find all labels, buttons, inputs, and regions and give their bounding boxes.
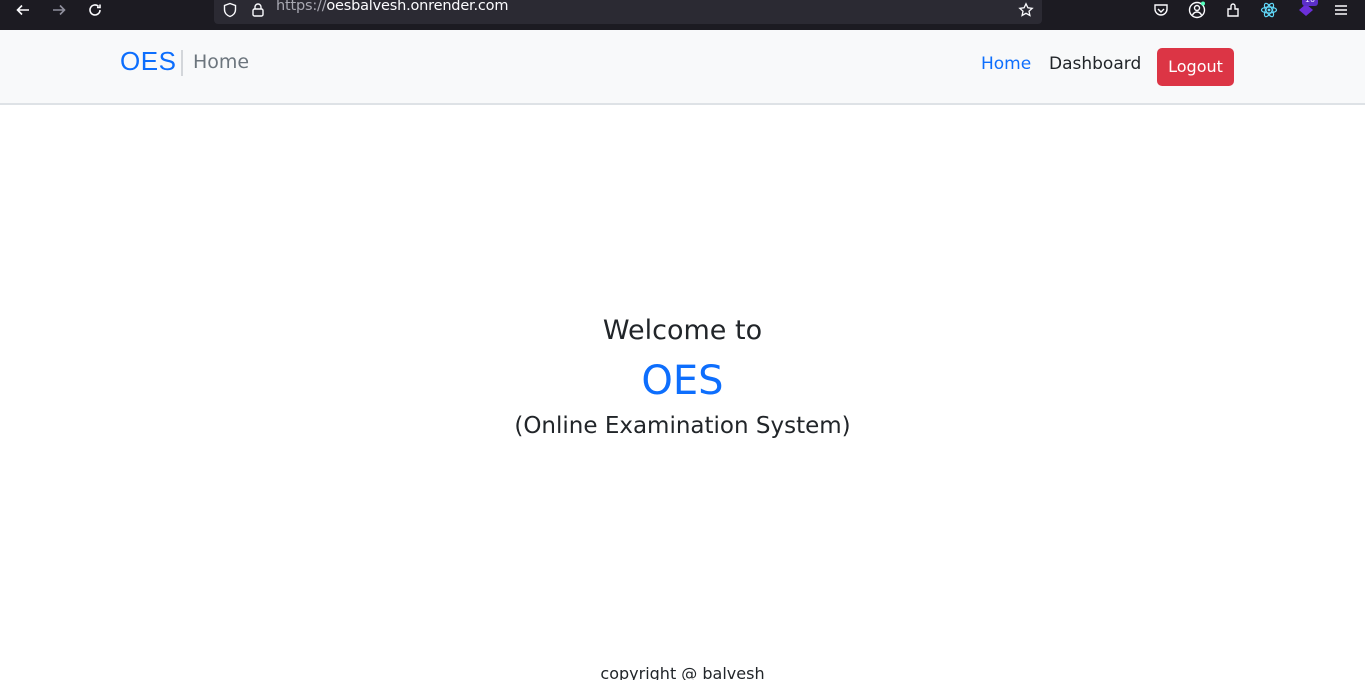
site-navbar: OES Home Home Dashboard Logout — [0, 30, 1365, 105]
nav-link-dashboard[interactable]: Dashboard — [1049, 54, 1141, 74]
logout-button[interactable]: Logout — [1157, 48, 1234, 86]
hero-subtitle: (Online Examination System) — [514, 413, 851, 439]
footer-copyright: copyright @ balvesh — [600, 664, 765, 680]
account-icon[interactable] — [1187, 0, 1207, 20]
extension-badge: 10 — [1302, 0, 1318, 6]
star-icon[interactable] — [1016, 0, 1036, 20]
lock-icon[interactable] — [248, 0, 268, 20]
url-text[interactable]: https://oesbalvesh.onrender.com — [276, 0, 508, 14]
url-host: oesbalvesh.onrender.com — [326, 0, 509, 14]
extensions-icon[interactable] — [1223, 0, 1243, 20]
url-scheme: https:// — [276, 0, 327, 14]
nav-link-home[interactable]: Home — [981, 54, 1031, 74]
reload-icon[interactable] — [85, 0, 105, 20]
page-title: Home — [193, 51, 250, 73]
forward-icon[interactable] — [49, 0, 69, 20]
brand-divider — [181, 50, 183, 76]
browser-toolbar: https://oesbalvesh.onrender.com 10 — [0, 0, 1365, 30]
brand-logo[interactable]: OES — [120, 46, 176, 77]
hero-title: OES — [641, 358, 724, 404]
pocket-icon[interactable] — [1151, 0, 1171, 20]
back-icon[interactable] — [13, 0, 33, 20]
shield-icon[interactable] — [220, 0, 240, 20]
react-devtools-icon[interactable] — [1259, 0, 1279, 20]
menu-icon[interactable] — [1331, 0, 1351, 20]
welcome-text: Welcome to — [602, 315, 763, 346]
